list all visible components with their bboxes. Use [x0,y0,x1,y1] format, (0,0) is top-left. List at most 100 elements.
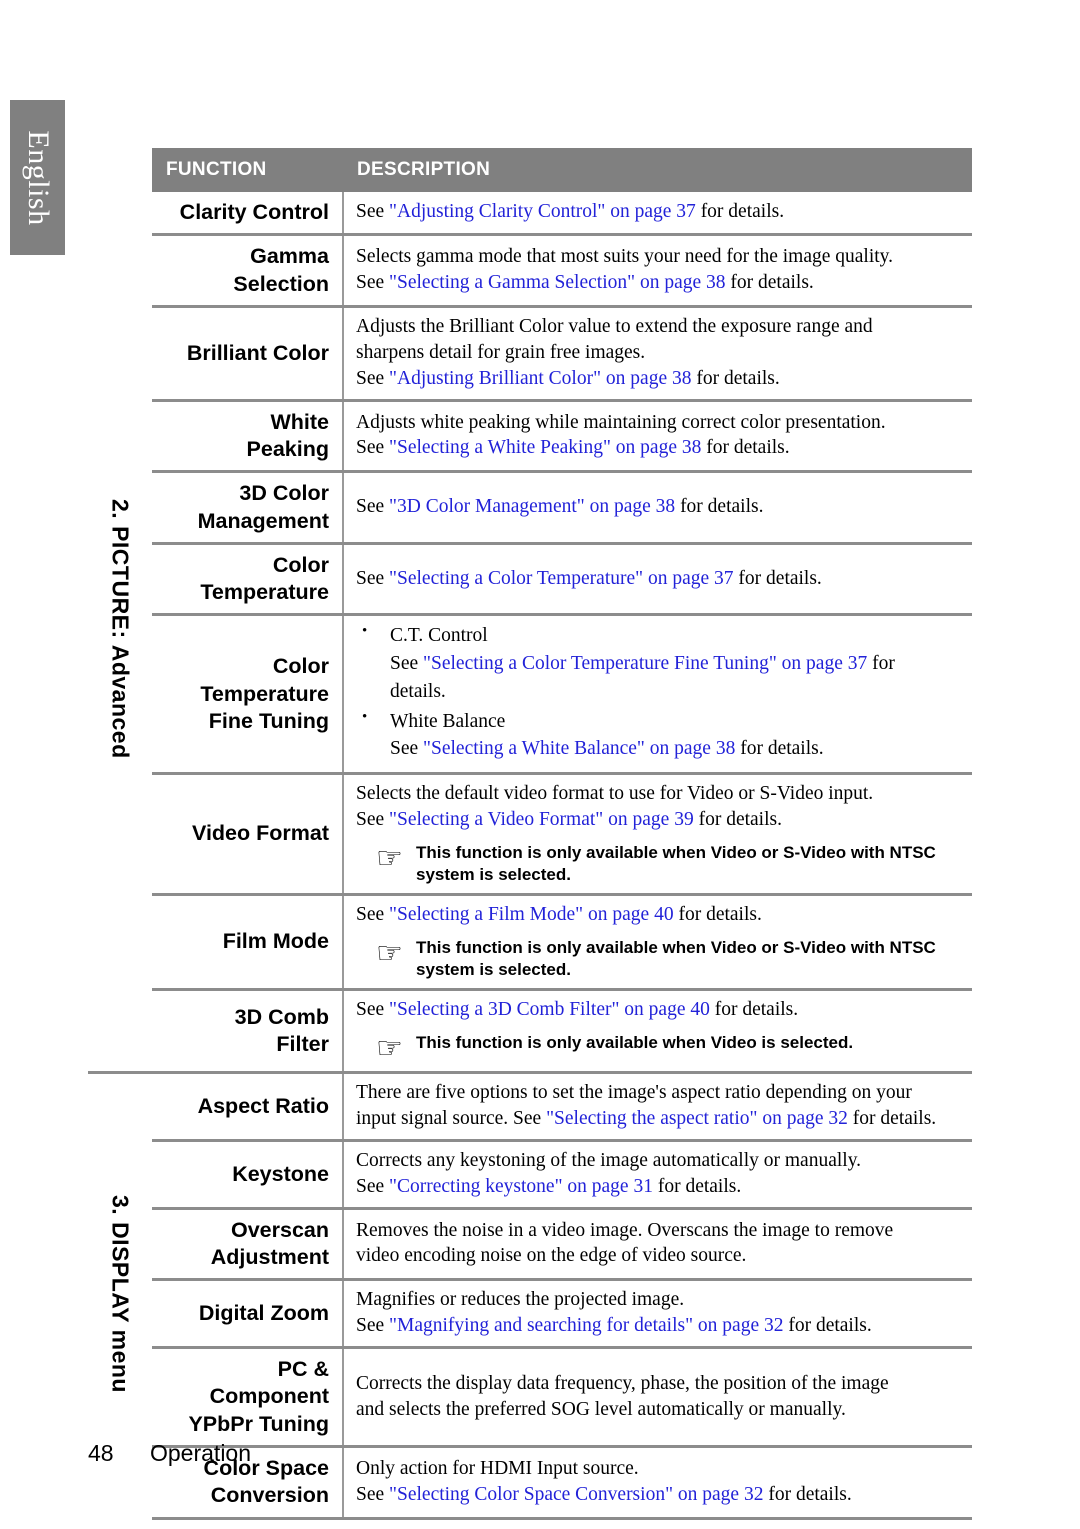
description-line: Corrects any keystoning of the image aut… [356,1149,862,1171]
function-description-table: FUNCTION DESCRIPTION 2. PICTURE: Advance… [88,148,972,1520]
description-cell: Removes the noise in a video image. Over… [343,1206,972,1280]
cross-reference-link[interactable]: "Selecting a Color Temperature Fine Tuni… [423,653,867,674]
description-line: See "Magnifying and searching for detail… [356,1315,872,1337]
function-name-cell: Color Temperature Fine Tuning [152,613,344,774]
bullet-title: White Balance [390,710,506,732]
function-name-cell: Keystone [152,1138,344,1209]
function-name-cell: Film Mode [152,892,344,990]
description-cell: Selects the default video format to use … [343,771,972,895]
cross-reference-link[interactable]: "Selecting a White Balance" on page 38 [423,738,735,759]
cross-reference-link[interactable]: "Adjusting Brilliant Color" on page 38 [389,368,691,389]
note-text: This function is only available when Vid… [416,1032,854,1052]
spec-table-container: FUNCTION DESCRIPTION 2. PICTURE: Advance… [88,148,972,1520]
table-row: Color Temperature See "Selecting a Color … [88,541,972,615]
description-line: sharpens detail for grain free images. [356,341,646,363]
note-text: This function is only available when Vid… [416,842,936,884]
table-row: PC & Component YPbPr Tuning Corrects the … [88,1346,972,1447]
function-name-cell: Gamma Selection [152,233,344,307]
table-row: Gamma Selection Selects gamma mode that m… [88,233,972,307]
description-line: See "Selecting a White Peaking" on page … [356,437,790,459]
column-header-description: DESCRIPTION [343,148,972,192]
note-block: ☞ This function is only available when Vi… [376,842,964,886]
table-row: Digital Zoom Magnifies or reduces the pro… [88,1278,972,1348]
cross-reference-link[interactable]: "Selecting a Film Mode" on page 40 [389,904,674,925]
description-cell: Corrects any keystoning of the image aut… [343,1138,972,1209]
description-line: input signal source. See "Selecting the … [356,1107,937,1129]
description-line: See "Selecting a Gamma Selection" on pag… [356,272,814,294]
cross-reference-link[interactable]: "Magnifying and searching for details" o… [389,1315,783,1336]
description-cell: Selects gamma mode that most suits your … [343,233,972,307]
bullet-detail-line: See "Selecting a Color Temperature Fine … [390,653,895,675]
description-cell: Adjusts white peaking while maintaining … [343,398,972,472]
cross-reference-link[interactable]: "Correcting keystone" on page 31 [389,1176,653,1197]
pointing-hand-icon: ☞ [376,1030,403,1066]
table-row: 3D Comb Filter See "Selecting a 3D Comb F… [88,988,972,1073]
table-header: FUNCTION DESCRIPTION [88,148,972,192]
bullet-item: C.T. Control See "Selecting a Color Tempe… [356,621,964,705]
description-line: Only action for HDMI Input source. [356,1457,639,1479]
table-row: Brilliant Color Adjusts the Brilliant Col… [88,304,972,401]
function-name-cell: 3D Comb Filter [152,988,344,1073]
description-cell: See "Adjusting Clarity Control" on page … [343,192,972,235]
table-header-row: FUNCTION DESCRIPTION [88,148,972,192]
language-tab-label: English [21,129,55,226]
note-block: ☞ This function is only available when Vi… [376,937,964,981]
description-cell: Magnifies or reduces the projected image… [343,1278,972,1348]
description-line: See "Selecting a Film Mode" on page 40 f… [356,903,762,925]
pointing-hand-icon: ☞ [376,840,403,876]
description-cell: Only action for HDMI Input source. See "S… [343,1444,972,1520]
description-line: Adjusts the Brilliant Color value to ext… [356,315,873,337]
description-cell: There are five options to set the image'… [343,1070,972,1141]
function-name-cell: Color Temperature [152,541,344,615]
function-name-cell: Aspect Ratio [152,1070,344,1141]
cross-reference-link[interactable]: "Adjusting Clarity Control" on page 37 [389,201,696,222]
table-row: Film Mode See "Selecting a Film Mode" on … [88,892,972,990]
description-bullet-list: C.T. Control See "Selecting a Color Tempe… [356,621,964,763]
footer-page-number: 48 [88,1440,114,1466]
section-label-1: 2. PICTURE: Advanced [88,192,152,1073]
column-header-function: FUNCTION [152,148,343,192]
cross-reference-link[interactable]: "Selecting a Color Temperature" on page … [389,568,734,589]
function-name-cell: Digital Zoom [152,1278,344,1348]
description-line: See "Selecting a Color Temperature" on p… [356,567,822,589]
cross-reference-link[interactable]: "Selecting a 3D Comb Filter" on page 40 [389,999,710,1020]
description-line: See "Selecting Color Space Conversion" o… [356,1483,852,1505]
section-label-text: 3. DISPLAY menu [107,1194,134,1393]
description-line: Adjusts white peaking while maintaining … [356,411,886,433]
footer-chapter: Operation [150,1440,252,1466]
cross-reference-link[interactable]: "3D Color Management" on page 38 [389,496,675,517]
description-line: Removes the noise in a video image. Over… [356,1219,894,1241]
manual-page: English FUNCTION DESCRIPTION 2. PICTURE:… [0,0,1080,1529]
cross-reference-link[interactable]: "Selecting a Video Format" on page 39 [389,809,694,830]
description-line: Magnifies or reduces the projected image… [356,1289,685,1311]
cross-reference-link[interactable]: "Selecting Color Space Conversion" on pa… [389,1484,763,1505]
table-row: White Peaking Adjusts white peaking while… [88,398,972,472]
description-line: See "3D Color Management" on page 38 for… [356,496,764,518]
table-body: 2. PICTURE: Advanced Clarity Control See "… [88,192,972,1520]
description-line: Selects gamma mode that most suits your … [356,246,894,268]
table-row: Overscan Adjustment Removes the noise in … [88,1206,972,1280]
description-line: and selects the preferred SOG level auto… [356,1398,846,1420]
bullet-item: White Balance See "Selecting a White Bala… [356,706,964,763]
description-line: See "Correcting keystone" on page 31 for… [356,1175,742,1197]
description-cell: See "Selecting a Color Temperature" on p… [343,541,972,615]
description-line: See "Selecting a Video Format" on page 3… [356,808,782,830]
table-row: Color Temperature Fine TuningC.T. Contro… [88,613,972,774]
section-label-text: 2. PICTURE: Advanced [107,499,134,759]
cross-reference-link[interactable]: "Selecting the aspect ratio" on page 32 [546,1108,848,1129]
description-line: There are five options to set the image'… [356,1081,912,1103]
table-row: Keystone Corrects any keystoning of the i… [88,1138,972,1209]
description-cell: Corrects the display data frequency, pha… [343,1346,972,1447]
description-line: video encoding noise on the edge of vide… [356,1245,747,1267]
bullet-title: C.T. Control [390,625,488,647]
page-footer: 48 Operation [88,1440,251,1467]
function-name-cell: White Peaking [152,398,344,472]
description-line: See "Adjusting Brilliant Color" on page … [356,367,780,389]
cross-reference-link[interactable]: "Selecting a White Peaking" on page 38 [389,437,701,458]
bullet-detail-line: details. [390,680,446,702]
function-name-cell: Overscan Adjustment [152,1206,344,1280]
note-block: ☞ This function is only available when Vi… [376,1032,964,1064]
cross-reference-link[interactable]: "Selecting a Gamma Selection" on page 38 [389,272,726,293]
description-cell: See "3D Color Management" on page 38 for… [343,470,972,544]
function-name-cell: Clarity Control [152,192,344,235]
